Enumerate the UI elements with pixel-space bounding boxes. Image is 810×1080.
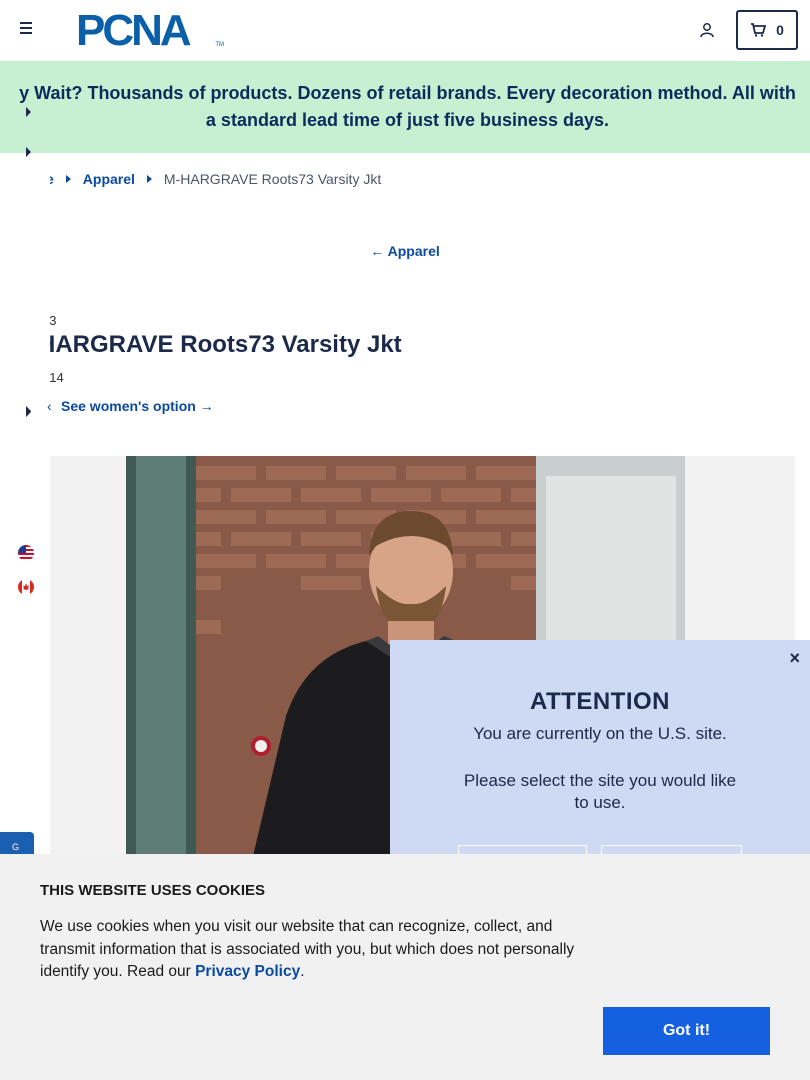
cart-button[interactable]: 0 xyxy=(736,10,798,50)
arrow-left-icon: ← xyxy=(370,243,385,259)
site-selection-modal: × ATTENTION You are currently on the U.S… xyxy=(390,640,810,885)
womens-option-link[interactable]: See women's option → xyxy=(61,398,214,414)
close-icon[interactable]: × xyxy=(789,648,800,669)
logo-text: PCNA xyxy=(76,6,192,55)
cookie-title: THIS WEBSITE USES COOKIES xyxy=(40,882,266,899)
accept-cookies-button[interactable]: Got it! xyxy=(603,1007,770,1055)
privacy-policy-link[interactable]: Privacy Policy xyxy=(195,963,300,980)
canada-flag-icon[interactable] xyxy=(18,579,34,595)
breadcrumb-current: M-HARGRAVE Roots73 Varsity Jkt xyxy=(163,171,382,187)
logo-trademark: TM xyxy=(215,42,224,48)
cookie-banner: THIS WEBSITE USES COOKIES We use cookies… xyxy=(0,854,810,1080)
feedback-tab-label: G xyxy=(12,842,20,852)
back-link-label: Apparel xyxy=(387,243,440,259)
promo-text: y Wait? Thousands of products. Dozens of… xyxy=(19,83,796,130)
back-to-apparel-link[interactable]: ← Apparel xyxy=(0,243,810,259)
caret-right-icon xyxy=(146,175,152,183)
cart-icon xyxy=(751,23,767,37)
caret-right-icon[interactable] xyxy=(26,107,31,117)
cookie-period: . xyxy=(300,963,305,980)
caret-right-icon xyxy=(65,175,71,183)
menu-icon[interactable] xyxy=(20,22,36,38)
site-header: PCNA TM 0 xyxy=(0,0,810,61)
cookie-body: We use cookies when you visit our websit… xyxy=(40,916,610,984)
breadcrumb: e Apparel M-HARGRAVE Roots73 Varsity Jkt xyxy=(46,171,381,187)
arrow-right-icon: → xyxy=(199,398,214,414)
modal-title: ATTENTION xyxy=(529,688,671,715)
account-icon[interactable] xyxy=(699,22,715,38)
cookie-body-text: We use cookies when you visit our websit… xyxy=(40,918,575,980)
caret-right-icon[interactable] xyxy=(26,407,31,417)
caret-right-icon[interactable] xyxy=(26,147,31,157)
product-title: HARGRAVE Roots73 Varsity Jkt xyxy=(38,331,402,358)
promo-banner: y Wait? Thousands of products. Dozens of… xyxy=(0,61,810,153)
left-rail xyxy=(0,153,50,853)
breadcrumb-apparel[interactable]: Apparel xyxy=(83,171,135,187)
us-flag-icon[interactable] xyxy=(18,545,34,561)
womens-link-label: See women's option xyxy=(61,398,196,414)
modal-select-site-text: Please select the site you would like to… xyxy=(463,771,737,812)
pcna-logo[interactable]: PCNA TM xyxy=(76,6,226,55)
modal-current-site-text: You are currently on the U.S. site. xyxy=(473,724,727,743)
womens-link-prefix: ‹ xyxy=(47,398,52,414)
cart-count: 0 xyxy=(776,22,784,38)
